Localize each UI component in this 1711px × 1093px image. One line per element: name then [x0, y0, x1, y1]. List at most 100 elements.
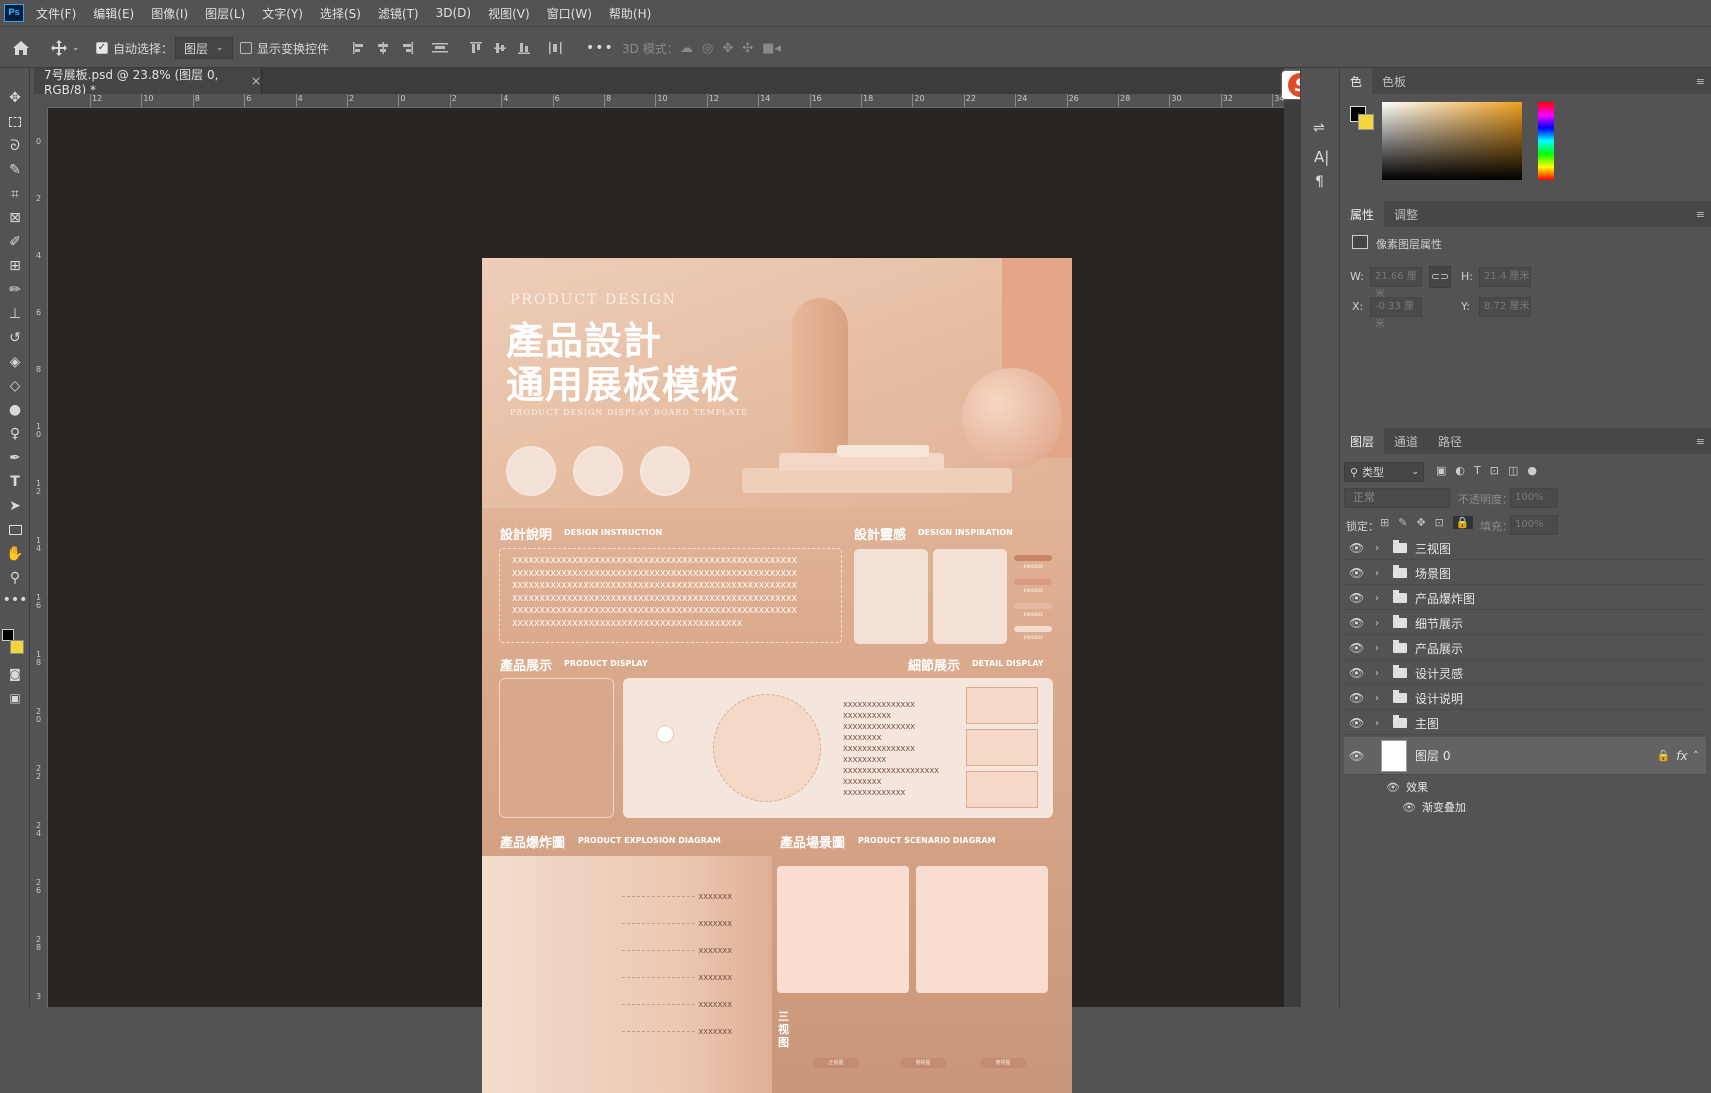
tab-adjustments[interactable]: 调整	[1384, 201, 1428, 227]
filter-toggle-icon[interactable]: ●	[1527, 464, 1537, 477]
move-tool-icon[interactable]: ⌄	[50, 27, 80, 69]
layer-group-inspiration[interactable]: 👁 › 设计灵感	[1344, 662, 1706, 685]
chevron-right-icon[interactable]: ›	[1375, 593, 1387, 604]
tab-channels[interactable]: 通道	[1384, 428, 1428, 454]
3d-slide-icon[interactable]: ✣	[742, 41, 753, 56]
align-right-icon[interactable]	[399, 40, 415, 56]
3d-orbit-icon[interactable]: ☁	[680, 41, 693, 56]
tab-properties[interactable]: 属性	[1340, 201, 1385, 227]
align-bottom-icon[interactable]	[516, 40, 532, 56]
healing-brush-tool-icon[interactable]: ⊞	[5, 256, 25, 276]
blend-mode-dropdown[interactable]: 正常	[1344, 488, 1450, 508]
pen-tool-icon[interactable]: ✒	[5, 448, 25, 468]
background-color-swatch[interactable]	[1358, 114, 1374, 130]
marquee-tool-icon[interactable]	[5, 112, 25, 132]
paragraph-icon[interactable]: ¶	[1315, 174, 1324, 190]
align-left-icon[interactable]	[351, 40, 367, 56]
eyedropper-tool-icon[interactable]: ✐	[5, 232, 25, 252]
quick-select-tool-icon[interactable]: ✎	[5, 160, 25, 180]
lock-pixels-icon[interactable]: ✎	[1398, 516, 1407, 529]
menu-window[interactable]: 窗口(W)	[547, 5, 592, 22]
layer-group-three-view[interactable]: 👁 › 三视图	[1344, 537, 1706, 560]
brush-tool-icon[interactable]: ✏	[5, 280, 25, 300]
close-icon[interactable]: ×	[251, 74, 261, 88]
more-tools-icon[interactable]: •••	[3, 590, 28, 610]
crop-tool-icon[interactable]: ⌗	[5, 184, 25, 204]
eye-icon[interactable]: 👁	[1349, 566, 1367, 580]
eye-icon[interactable]: 👁	[1349, 541, 1367, 555]
layer-group-explosion[interactable]: 👁 › 产品爆炸图	[1344, 587, 1706, 610]
tab-paths[interactable]: 路径	[1428, 428, 1472, 454]
lock-transparent-icon[interactable]: ⊞	[1380, 516, 1389, 529]
hue-slider[interactable]	[1538, 102, 1554, 180]
canvas-area[interactable]: PRODUCT DESIGN 產品設計 通用展板模板 PRODUCT DESIG…	[48, 108, 1284, 1093]
menu-help[interactable]: 帮助(H)	[609, 5, 651, 22]
distribute-h-icon[interactable]	[546, 40, 566, 56]
eye-icon[interactable]: 👁	[1349, 691, 1367, 705]
dodge-tool-icon[interactable]: ♀	[5, 424, 25, 444]
align-middle-icon[interactable]	[492, 40, 508, 56]
lock-position-icon[interactable]: ✥	[1416, 516, 1425, 529]
fill-field[interactable]: 100%	[1510, 515, 1558, 535]
width-field[interactable]: 21.66 厘米	[1370, 267, 1422, 300]
auto-select-checkbox[interactable]: ✓ 自动选择：	[96, 27, 173, 69]
layer-group-main[interactable]: 👁 › 主图	[1344, 712, 1706, 735]
fx-icon[interactable]: fx	[1676, 749, 1687, 763]
filter-type-icon[interactable]: T	[1474, 464, 1481, 477]
filter-shape-icon[interactable]: ⊡	[1490, 464, 1499, 477]
layer-group-instruction[interactable]: 👁 › 设计说明	[1344, 687, 1706, 710]
menu-view[interactable]: 视图(V)	[488, 5, 530, 22]
eye-icon[interactable]: 👁	[1349, 666, 1367, 680]
path-select-tool-icon[interactable]: ➤	[5, 496, 25, 516]
vertical-ruler[interactable]: 0 2 4 6 8 1 0 1 2 1 4 1 6 1 8 2 0 2 2 2 4 2 6 2 8 3	[34, 108, 48, 1007]
layer-group-product-display[interactable]: 👁 › 产品展示	[1344, 637, 1706, 660]
chevron-down-icon[interactable]: ⌄	[72, 43, 80, 53]
type-tool-icon[interactable]: T	[5, 472, 25, 492]
layer-active[interactable]: 👁 图层 0 🔒 fx ⌃	[1344, 737, 1706, 775]
distribute-v-icon[interactable]	[429, 40, 451, 56]
filter-adjustment-icon[interactable]: ◐	[1455, 464, 1465, 477]
home-icon[interactable]	[12, 27, 30, 69]
eye-icon[interactable]: 👁	[1349, 749, 1367, 763]
3d-roll-icon[interactable]: ◎	[702, 41, 713, 56]
history-brush-tool-icon[interactable]: ↺	[5, 328, 25, 348]
adjust-icon[interactable]: ⇌	[1313, 120, 1325, 136]
checkbox-unchecked-icon[interactable]	[240, 42, 252, 54]
chevron-right-icon[interactable]: ›	[1375, 693, 1387, 704]
eye-icon[interactable]: 👁	[1349, 616, 1367, 630]
layer-group-scene[interactable]: 👁 › 场景图	[1344, 562, 1706, 585]
menu-layer[interactable]: 图层(L)	[205, 5, 245, 22]
3d-pan-icon[interactable]: ✥	[722, 41, 733, 56]
character-icon[interactable]: A|	[1314, 148, 1329, 166]
layer-effects-row[interactable]: 👁 效果	[1386, 779, 1428, 795]
chevron-right-icon[interactable]: ›	[1375, 643, 1387, 654]
zoom-tool-icon[interactable]: ⚲	[5, 568, 25, 588]
height-field[interactable]: 21.4 厘米	[1479, 267, 1531, 287]
menu-filter[interactable]: 滤镜(T)	[378, 5, 419, 22]
layer-group-detail[interactable]: 👁 › 细节展示	[1344, 612, 1706, 635]
background-color-swatch[interactable]	[10, 640, 24, 654]
filter-smart-object-icon[interactable]: ◫	[1508, 464, 1518, 477]
chevron-right-icon[interactable]: ›	[1375, 618, 1387, 629]
align-top-icon[interactable]	[468, 40, 484, 56]
chevron-up-icon[interactable]: ⌃	[1692, 750, 1700, 761]
eye-icon[interactable]: 👁	[1349, 591, 1367, 605]
menu-select[interactable]: 选择(S)	[320, 5, 361, 22]
panel-menu-icon[interactable]: ≡	[1696, 435, 1705, 448]
chevron-right-icon[interactable]: ›	[1375, 568, 1387, 579]
3d-scale-icon[interactable]: ■◂	[762, 41, 781, 56]
chevron-right-icon[interactable]: ›	[1375, 543, 1387, 554]
menu-edit[interactable]: 编辑(E)	[93, 5, 134, 22]
layer-filter-dropdown[interactable]: ⚲ 类型 ⌄	[1344, 462, 1424, 482]
show-transform-checkbox[interactable]: 显示变换控件	[240, 27, 329, 69]
color-picker-field[interactable]	[1382, 102, 1522, 180]
lock-artboard-icon[interactable]: ⊡	[1435, 516, 1444, 529]
panel-menu-icon[interactable]: ≡	[1696, 208, 1705, 221]
lasso-tool-icon[interactable]: ᘐ	[5, 136, 25, 156]
artboard[interactable]: PRODUCT DESIGN 產品設計 通用展板模板 PRODUCT DESIG…	[482, 258, 1072, 1093]
chevron-right-icon[interactable]: ›	[1375, 718, 1387, 729]
lock-all-icon[interactable]: 🔒	[1452, 516, 1473, 529]
menu-type[interactable]: 文字(Y)	[262, 5, 303, 22]
paint-bucket-tool-icon[interactable]: ◇	[5, 376, 25, 396]
quick-mask-icon[interactable]: ◙	[5, 664, 25, 684]
